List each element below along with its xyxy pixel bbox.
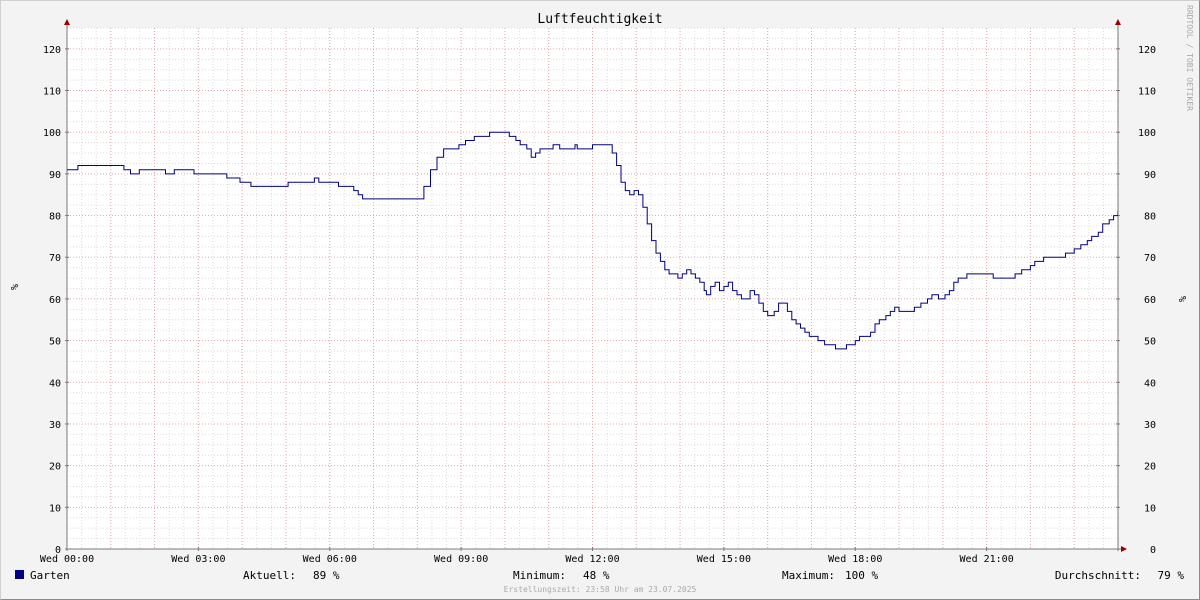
- y-tick-label-right: 60: [1144, 295, 1156, 306]
- x-axis: Wed 00:00 Wed 03:00 Wed 06:00 Wed 09:00 Wed …: [40, 547, 1014, 565]
- y-tick-label-left: 50: [49, 337, 61, 348]
- x-tick-label: Wed 09:00: [434, 554, 488, 565]
- legend-min-label: Minimum:: [513, 569, 566, 582]
- y-axis-arrow-left: [64, 19, 70, 25]
- legend-max-value: 100 %: [845, 569, 878, 582]
- y-tick-label-left: 70: [49, 253, 61, 264]
- rrdtool-watermark: RRDTOOL / TOBI OETIKER: [1185, 5, 1194, 111]
- x-tick-label: Wed 03:00: [171, 554, 225, 565]
- y-tick-label-left: 80: [49, 212, 61, 223]
- legend-avg-label: Durchschnitt:: [1055, 569, 1141, 582]
- y-tick-label-right: 30: [1144, 420, 1156, 431]
- x-tick-label: Wed 21:00: [960, 554, 1014, 565]
- x-tick-label: Wed 06:00: [303, 554, 357, 565]
- y-axis-right: 0 10 20 30 40 50 60 70 80 90 100 110 120: [1116, 45, 1156, 556]
- y-tick-label-right: 80: [1144, 212, 1156, 223]
- y-tick-label-left: 100: [43, 128, 61, 139]
- y-tick-label-right: 90: [1144, 170, 1156, 181]
- legend-current-value: 89 %: [313, 569, 340, 582]
- x-axis-arrow: [1121, 546, 1127, 552]
- y-tick-label-right: 0: [1150, 545, 1156, 556]
- y-tick-label-right: 100: [1138, 128, 1156, 139]
- y-tick-label-right: 120: [1138, 45, 1156, 56]
- x-tick-label: Wed 18:00: [828, 554, 882, 565]
- y-tick-label-left: 120: [43, 45, 61, 56]
- legend-avg-value: 79 %: [1158, 569, 1185, 582]
- y-tick-label-right: 110: [1138, 87, 1156, 98]
- legend-series-name: Garten: [30, 569, 70, 582]
- y-tick-label-right: 20: [1144, 462, 1156, 473]
- creation-timestamp: Erstellungszeit: 23:58 Uhr am 23.07.2025: [504, 585, 697, 594]
- y-axis-label-left: %: [8, 284, 19, 290]
- y-tick-label-left: 20: [49, 462, 61, 473]
- legend-max-label: Maximum:: [782, 569, 835, 582]
- y-tick-label-right: 40: [1144, 378, 1156, 389]
- y-tick-label-left: 10: [49, 503, 61, 514]
- legend-current-label: Aktuell:: [243, 569, 296, 582]
- y-tick-label-left: 110: [43, 87, 61, 98]
- chart-title: Luftfeuchtigkeit: [537, 12, 662, 27]
- y-axis-label-right: %: [1176, 296, 1187, 302]
- y-tick-label-right: 70: [1144, 253, 1156, 264]
- legend-swatch: [15, 570, 24, 579]
- x-tick-label: Wed 00:00: [40, 554, 94, 565]
- x-tick-label: Wed 15:00: [697, 554, 751, 565]
- y-tick-label-right: 50: [1144, 337, 1156, 348]
- legend-min-value: 48 %: [583, 569, 610, 582]
- y-axis-arrow-right: [1115, 19, 1121, 25]
- y-tick-label-right: 10: [1144, 503, 1156, 514]
- y-axis-left: 0102030405060708090100110120: [43, 45, 69, 556]
- y-tick-label-left: 40: [49, 378, 61, 389]
- humidity-chart: 0 10 20 30 40 50 60 70 80 90 100 110 120 0 10 20 30 40 50…: [8, 5, 1194, 594]
- y-tick-label-left: 60: [49, 295, 61, 306]
- y-tick-label-left: 30: [49, 420, 61, 431]
- y-tick-label-left: 90: [49, 170, 61, 181]
- x-tick-label: Wed 12:00: [565, 554, 619, 565]
